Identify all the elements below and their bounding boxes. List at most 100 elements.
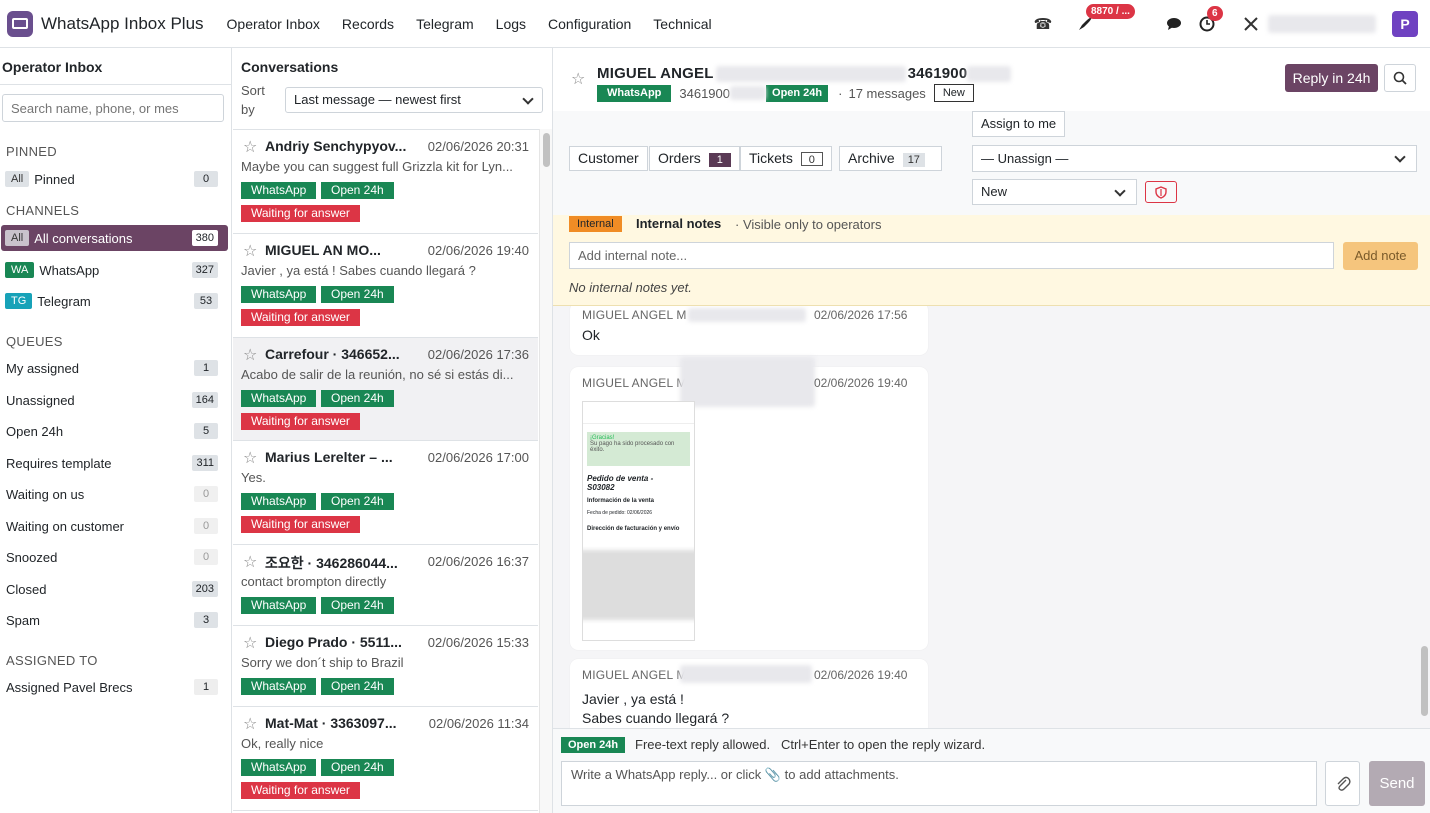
sidebar-item-all-conversations[interactable]: All All conversations 380 [1, 225, 228, 251]
window-tag: Open 24h [320, 286, 394, 303]
conversation-item[interactable]: ☆ Diego Prado · 5511... 02/06/2026 15:33… [233, 626, 538, 707]
internal-notes-panel: Internal Internal notes · Visible only t… [553, 215, 1430, 306]
sidebar-item-label: Pinned [34, 171, 75, 187]
contact-phone: 3461900 [679, 85, 731, 101]
reply-input[interactable]: Write a WhatsApp reply... or click 📎 to … [561, 761, 1317, 806]
assign-to-me-button[interactable]: Assign to me [972, 111, 1066, 137]
reply-in-24h-button[interactable]: Reply in 24h [1285, 64, 1378, 92]
add-note-button[interactable]: Add note [1343, 242, 1418, 270]
sidebar-item-my-assigned[interactable]: My assigned 1 [1, 355, 228, 381]
image-attachment[interactable]: ¡Gracias! Su pago ha sido procesado con é… [582, 401, 695, 641]
activity-clock-icon[interactable]: 6 [1198, 6, 1223, 33]
channel-tag: WhatsApp [241, 182, 317, 199]
sidebar-item-requires-template[interactable]: Requires template 311 [1, 450, 228, 476]
conversation-item[interactable]: ☆ Mat-Mat · 3363097... 02/06/2026 11:34 … [233, 707, 538, 811]
channel-tag: WhatsApp [241, 493, 317, 510]
conversation-name: MIGUEL AN MO... [265, 242, 381, 258]
app-title[interactable]: WhatsApp Inbox Plus [41, 14, 204, 34]
sidebar-item-unassigned[interactable]: Unassigned 164 [1, 387, 228, 413]
count-badge: 5 [194, 423, 218, 439]
conversation-date: 02/06/2026 19:40 [427, 243, 529, 258]
sidebar-item-whatsapp[interactable]: WA WhatsApp 327 [1, 257, 228, 283]
user-avatar[interactable]: P [1392, 11, 1418, 37]
conversation-scrollbar[interactable] [539, 129, 552, 813]
attachment-success-box: ¡Gracias! Su pago ha sido procesado con é… [587, 432, 690, 466]
archive-count: 17 [902, 153, 925, 167]
menu-logs[interactable]: Logs [496, 16, 526, 32]
conversation-preview: Ok, really nice [241, 736, 324, 751]
contact-name: MIGUEL ANGEL 3461900 [597, 65, 1012, 83]
sidebar-item-spam[interactable]: Spam 3 [1, 607, 228, 633]
star-icon[interactable]: ☆ [243, 345, 257, 365]
conversation-item[interactable]: ☆ MIGUEL AN MO... 02/06/2026 19:40 Javie… [233, 234, 538, 338]
sidebar-item-pinned[interactable]: All Pinned 0 [1, 166, 228, 192]
sort-select[interactable]: Last message — newest first [285, 87, 543, 113]
status-tag: Waiting for answer [241, 413, 360, 430]
tab-customer[interactable]: Customer [569, 146, 648, 171]
sidebar-item-label: Open 24h [6, 423, 64, 439]
company-name-blurred[interactable] [1268, 15, 1376, 33]
app-logo-icon[interactable] [7, 10, 33, 37]
conversation-detail: ☆ MIGUEL ANGEL 3461900 WhatsApp 3461900 O… [553, 48, 1430, 813]
assignee-select[interactable]: — Unassign — [972, 145, 1417, 172]
sidebar-item-telegram[interactable]: TG Telegram 53 [1, 288, 228, 314]
search-input[interactable] [2, 94, 224, 122]
tab-tickets[interactable]: Tickets 0 [740, 146, 832, 171]
star-icon[interactable]: ☆ [243, 137, 257, 157]
channel-tag: WhatsApp [241, 286, 317, 303]
tab-archive[interactable]: Archive 17 [839, 146, 942, 171]
rocket-icon[interactable]: 8870 / ... [1076, 4, 1135, 33]
send-button[interactable]: Send [1369, 761, 1425, 806]
menu-technical[interactable]: Technical [653, 16, 711, 32]
status-tag: Waiting for answer [241, 782, 360, 799]
sidebar-item-waiting-on-customer[interactable]: Waiting on customer 0 [1, 513, 228, 539]
conversations-panel: Conversations Sort by Last message — new… [233, 48, 553, 813]
star-icon[interactable]: ☆ [243, 241, 257, 261]
conversation-item[interactable]: ☆ Carrefour · 346652... 02/06/2026 17:36… [233, 338, 538, 441]
star-icon[interactable]: ☆ [243, 714, 257, 734]
count-badge: 327 [191, 262, 218, 278]
count-badge: 0 [194, 518, 218, 534]
menu-records[interactable]: Records [342, 16, 394, 32]
phone-icon[interactable]: ☎ [1034, 15, 1053, 33]
composer-hint: Free-text reply allowed. Ctrl+Enter to o… [635, 737, 986, 752]
count-badge: 380 [191, 230, 218, 246]
sidebar-item-assigned-user[interactable]: Assigned Pavel Brecs 1 [1, 674, 228, 700]
internal-note-input[interactable]: Add internal note... [569, 242, 1334, 269]
tab-orders[interactable]: Orders 1 [649, 146, 740, 171]
conversation-item[interactable]: ☆ Andriy Senchypyov... 02/06/2026 20:31 … [233, 130, 538, 234]
conversation-item[interactable]: ☆ 조요한 · 346286044... 02/06/2026 16:37 co… [233, 545, 538, 626]
tools-icon[interactable] [1242, 15, 1260, 33]
sidebar-item-open-24h[interactable]: Open 24h 5 [1, 418, 228, 444]
conversation-list: ☆ Andriy Senchypyov... 02/06/2026 20:31 … [233, 129, 539, 813]
conversation-date: 02/06/2026 16:37 [427, 554, 529, 569]
menu-telegram[interactable]: Telegram [416, 16, 474, 32]
search-icon[interactable] [1384, 64, 1416, 92]
queues-header: QUEUES [6, 334, 63, 349]
spam-shield-icon[interactable] [1145, 181, 1177, 203]
conversation-item[interactable]: ☆ Marius Lerelter – ... 02/06/2026 17:00… [233, 441, 538, 545]
star-icon[interactable]: ☆ [243, 448, 257, 468]
orders-count: 1 [708, 153, 731, 167]
thread-scrollbar[interactable] [1419, 306, 1430, 728]
internal-tag: Internal [569, 216, 622, 232]
sidebar-item-label: Spam [6, 612, 40, 628]
window-tag: Open 24h [320, 597, 394, 614]
star-icon[interactable]: ☆ [243, 633, 257, 653]
menu-configuration[interactable]: Configuration [548, 16, 631, 32]
star-icon[interactable]: ☆ [243, 552, 257, 572]
sidebar-item-closed[interactable]: Closed 203 [1, 576, 228, 602]
window-tag: Open 24h [320, 390, 394, 407]
chat-icon[interactable] [1166, 15, 1184, 33]
conversation-name: Diego Prado · 5511... [265, 634, 402, 650]
sidebar-item-snoozed[interactable]: Snoozed 0 [1, 544, 228, 570]
channel-tag: WhatsApp [241, 597, 317, 614]
star-icon[interactable]: ☆ [571, 69, 585, 89]
paperclip-icon[interactable] [1325, 761, 1360, 806]
status-select[interactable]: New [972, 179, 1137, 205]
menu-operator-inbox[interactable]: Operator Inbox [227, 16, 320, 32]
sidebar-item-waiting-on-us[interactable]: Waiting on us 0 [1, 481, 228, 507]
channel-tag: WhatsApp [241, 678, 317, 695]
internal-notes-subtitle: · Visible only to operators [735, 217, 882, 232]
whatsapp-tag: WA [5, 262, 35, 278]
